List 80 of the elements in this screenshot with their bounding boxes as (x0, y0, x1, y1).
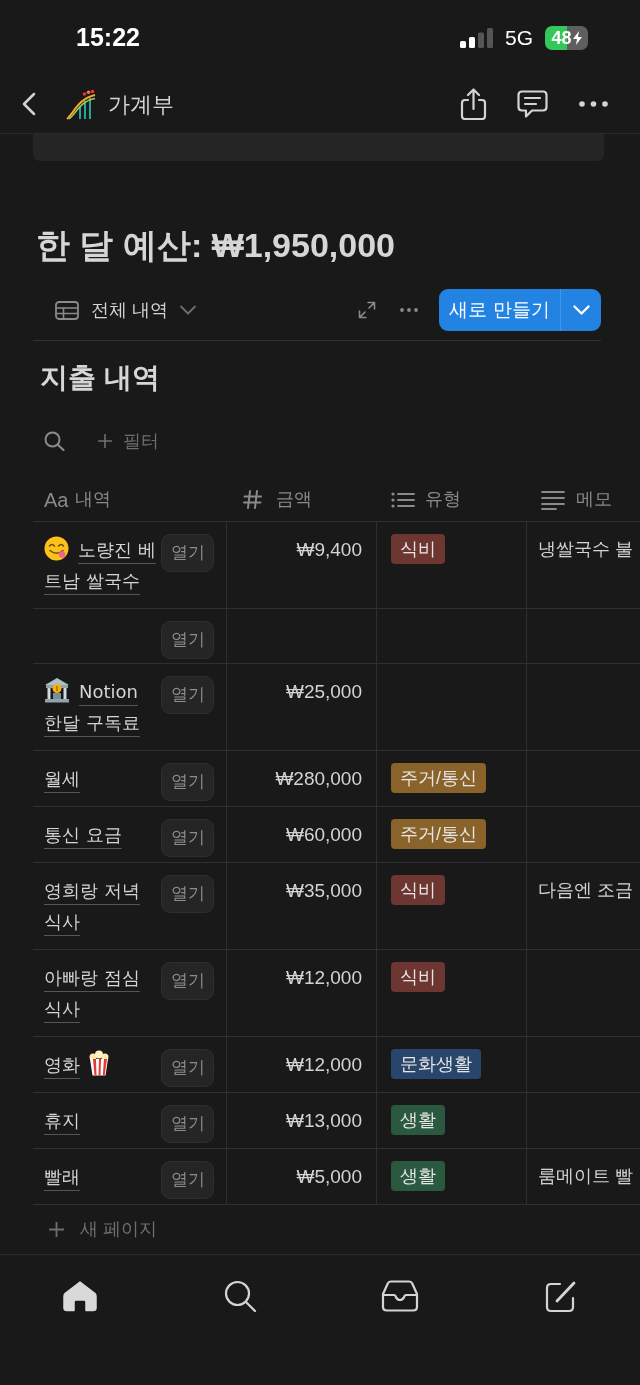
status-time: 15:22 (76, 21, 140, 53)
hash-icon (243, 490, 262, 509)
open-button[interactable]: 열기 (161, 875, 214, 913)
category-tag: 생활 (391, 1161, 445, 1191)
type-glyph: Aa (44, 489, 69, 510)
open-button[interactable]: 열기 (161, 621, 214, 659)
table-icon (55, 300, 79, 320)
category-tag: 주거/통신 (391, 819, 486, 849)
chevron-down-icon (572, 304, 590, 316)
open-button[interactable]: 열기 (161, 819, 214, 857)
row-title[interactable]: 통신 요금 (44, 819, 122, 850)
amount-text: ₩5,000 (296, 1166, 362, 1187)
amount-text: ₩12,000 (285, 1054, 362, 1075)
open-button[interactable]: 열기 (161, 1161, 214, 1199)
list-icon (391, 491, 415, 508)
database-title: 지출 내역 (40, 361, 160, 395)
plus-icon (49, 1222, 64, 1237)
memo-text: 다음엔 조금 (538, 880, 633, 900)
search-icon[interactable] (44, 431, 65, 451)
memo-text: 룸메이트 빨 (538, 1166, 633, 1186)
row-title[interactable]: 노량진 베트남 쌀국수 (44, 534, 158, 596)
category-tag: 식비 (391, 534, 445, 564)
open-button[interactable]: 열기 (161, 962, 214, 1000)
new-page-button[interactable]: 새 페이지 (49, 1216, 157, 1243)
roller-coaster-icon (66, 88, 97, 120)
open-button[interactable]: 열기 (161, 1049, 214, 1087)
row-title[interactable]: 영희랑 저녁 식사 (44, 875, 158, 937)
plus-icon (98, 434, 112, 448)
dropdown-button[interactable] (560, 289, 601, 331)
category-tag: 식비 (391, 875, 445, 905)
charging-bolt-icon (572, 30, 582, 45)
popcorn-icon (88, 1050, 110, 1076)
memo-text: 냉쌀국수 불 (538, 539, 633, 559)
bank-building-icon (44, 677, 70, 703)
expand-icon[interactable] (358, 301, 376, 319)
category-tag: 생활 (391, 1105, 445, 1135)
more-icon[interactable] (400, 308, 418, 312)
amount-text: ₩35,000 (285, 880, 362, 901)
chevron-down-icon (180, 305, 196, 315)
open-button[interactable]: 열기 (161, 534, 214, 572)
amount-text: ₩13,000 (285, 1110, 362, 1131)
column-header[interactable]: 금액 (276, 486, 312, 513)
row-title[interactable]: Notion 한달 구독료 (44, 676, 158, 738)
category-tag: 문화생활 (391, 1049, 481, 1079)
filter-button[interactable]: 필터 (98, 427, 159, 455)
new-button[interactable]: 새로 만들기 (439, 289, 560, 331)
amount-text: ₩9,400 (296, 539, 362, 560)
page-heading: 한 달 예산: ₩1,950,000 (36, 225, 395, 265)
column-header[interactable]: 메모 (576, 486, 612, 513)
category-tag: 식비 (391, 962, 445, 992)
more-icon[interactable] (579, 101, 608, 107)
inbox-tray-icon[interactable] (381, 1280, 419, 1312)
view-selector[interactable]: 전체 내역 (55, 296, 196, 324)
smiling-face-icon (44, 536, 69, 561)
home-icon[interactable] (62, 1280, 98, 1312)
amount-text: ₩60,000 (285, 824, 362, 845)
open-button[interactable]: 열기 (161, 1105, 214, 1143)
signal-icon (460, 27, 493, 48)
row-title[interactable]: 영화 (44, 1049, 110, 1080)
row-title[interactable]: 휴지 (44, 1105, 80, 1136)
row-title[interactable]: 월세 (44, 763, 80, 794)
open-button[interactable]: 열기 (161, 676, 214, 714)
network-label: 5G (505, 24, 533, 51)
amount-text: ₩25,000 (285, 681, 362, 702)
amount-text: ₩12,000 (285, 967, 362, 988)
row-title[interactable]: 빨래 (44, 1161, 80, 1192)
page-title: 가계부 (108, 90, 174, 119)
search-icon[interactable] (223, 1280, 257, 1313)
column-header[interactable]: 유형 (425, 486, 461, 513)
comment-icon[interactable] (517, 90, 548, 118)
category-tag: 주거/통신 (391, 763, 486, 793)
battery-percent: 48 (551, 28, 572, 47)
text-lines-icon (541, 489, 565, 510)
column-header[interactable]: 내역 (75, 486, 112, 513)
open-button[interactable]: 열기 (161, 763, 214, 801)
share-icon[interactable] (460, 88, 487, 120)
amount-text: ₩280,000 (275, 768, 362, 789)
back-icon[interactable] (22, 92, 36, 116)
compose-icon[interactable] (543, 1280, 577, 1313)
row-title[interactable]: 아빠랑 점심 식사 (44, 962, 158, 1024)
